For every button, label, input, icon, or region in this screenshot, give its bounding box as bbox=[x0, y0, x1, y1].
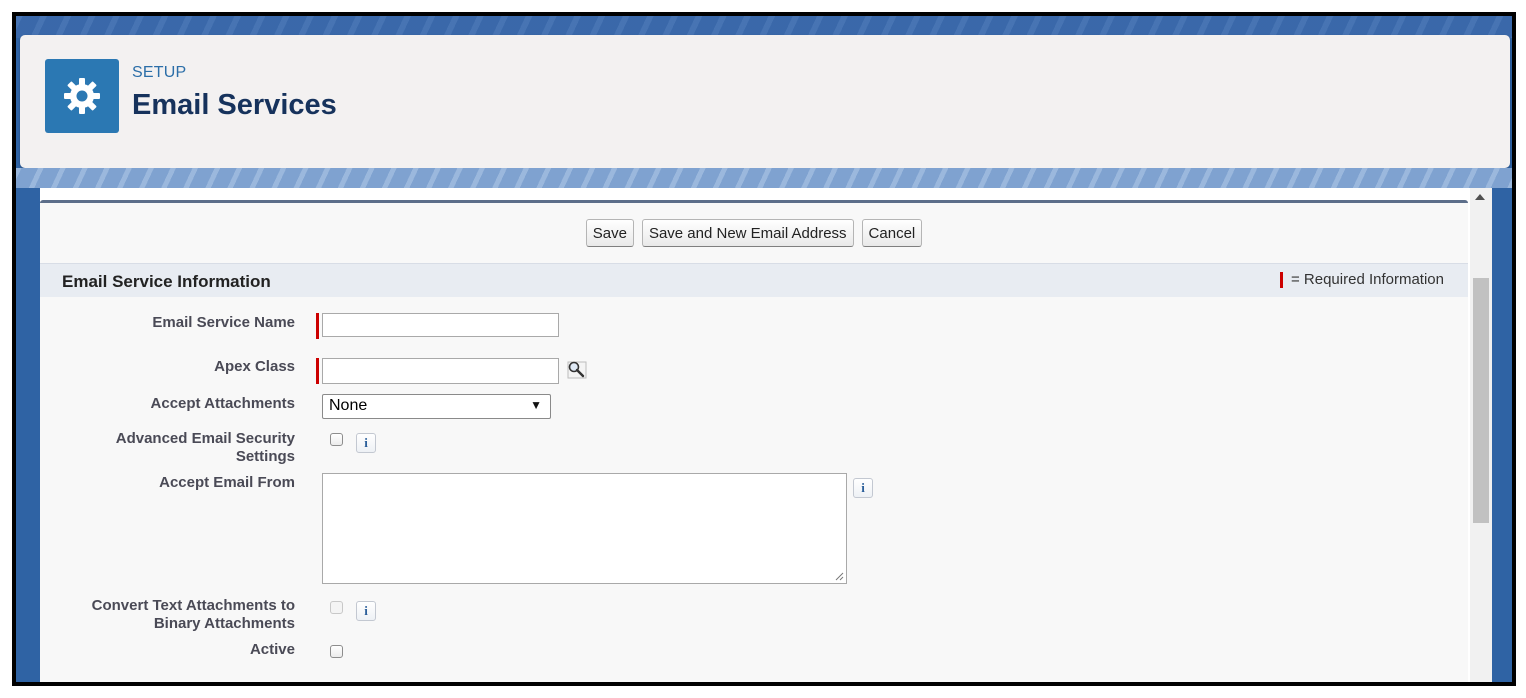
advanced-security-label-line1: Advanced Email Security bbox=[115, 430, 295, 447]
advanced-security-label: Advanced Email Security Settings bbox=[40, 430, 295, 466]
email-service-name-input[interactable] bbox=[322, 313, 559, 337]
button-bar: Save Save and New Email Address Cancel bbox=[40, 219, 1468, 247]
section-header: Email Service Information = Required Inf… bbox=[40, 263, 1468, 297]
advanced-security-label-line2: Settings bbox=[235, 448, 295, 465]
convert-text-label-line2: Binary Attachments bbox=[153, 615, 295, 632]
chevron-down-icon: ▼ bbox=[530, 398, 542, 412]
save-button[interactable]: Save bbox=[585, 219, 634, 247]
page-title: Email Services bbox=[132, 89, 337, 121]
required-legend: = Required Information bbox=[1279, 271, 1444, 288]
magnifier-lookup-icon[interactable] bbox=[565, 359, 589, 381]
gear-icon bbox=[64, 78, 100, 114]
accept-email-from-textarea[interactable] bbox=[322, 473, 847, 584]
accept-attachments-label: Accept Attachments bbox=[150, 395, 295, 412]
advanced-security-checkbox[interactable] bbox=[330, 433, 343, 446]
required-indicator-icon bbox=[1279, 271, 1283, 288]
apex-class-label: Apex Class bbox=[214, 358, 295, 375]
required-indicator-icon bbox=[316, 313, 319, 339]
accept-email-from-label: Accept Email From bbox=[159, 474, 295, 491]
advanced-security-info-icon[interactable]: i bbox=[356, 433, 376, 453]
accept-email-from-info-icon[interactable]: i bbox=[853, 478, 873, 498]
background-band bbox=[16, 168, 1512, 188]
convert-text-info-icon[interactable]: i bbox=[356, 601, 376, 621]
breadcrumb-setup[interactable]: SETUP bbox=[132, 64, 186, 82]
convert-text-label-line1: Convert Text Attachments to bbox=[91, 597, 295, 614]
edit-form: Save Save and New Email Address Cancel E… bbox=[40, 200, 1468, 682]
vertical-scrollbar[interactable] bbox=[1470, 188, 1492, 682]
apex-class-input[interactable] bbox=[322, 358, 559, 384]
scroll-up-arrow-icon[interactable] bbox=[1475, 194, 1485, 200]
accept-attachments-selected: None bbox=[329, 397, 368, 414]
setup-gear-icon bbox=[45, 59, 119, 133]
convert-text-label: Convert Text Attachments to Binary Attac… bbox=[40, 597, 295, 633]
save-and-new-button[interactable]: Save and New Email Address bbox=[641, 219, 854, 247]
page-header: SETUP Email Services bbox=[20, 35, 1510, 168]
main-content-panel: Save Save and New Email Address Cancel E… bbox=[40, 188, 1492, 682]
required-legend-text: = Required Information bbox=[1290, 271, 1444, 288]
convert-text-checkbox[interactable] bbox=[330, 601, 343, 614]
required-indicator-icon bbox=[316, 358, 319, 384]
section-title: Email Service Information bbox=[62, 272, 271, 291]
accept-attachments-select[interactable]: None ▼ bbox=[322, 394, 551, 419]
active-label: Active bbox=[249, 641, 295, 658]
active-checkbox[interactable] bbox=[330, 645, 343, 658]
resize-grip-icon[interactable] bbox=[834, 571, 844, 581]
scrollbar-thumb[interactable] bbox=[1473, 278, 1489, 523]
cancel-button[interactable]: Cancel bbox=[861, 219, 923, 247]
email-service-name-label: Email Service Name bbox=[152, 314, 295, 331]
app-frame: SETUP Email Services Save Save and New E… bbox=[12, 12, 1516, 686]
